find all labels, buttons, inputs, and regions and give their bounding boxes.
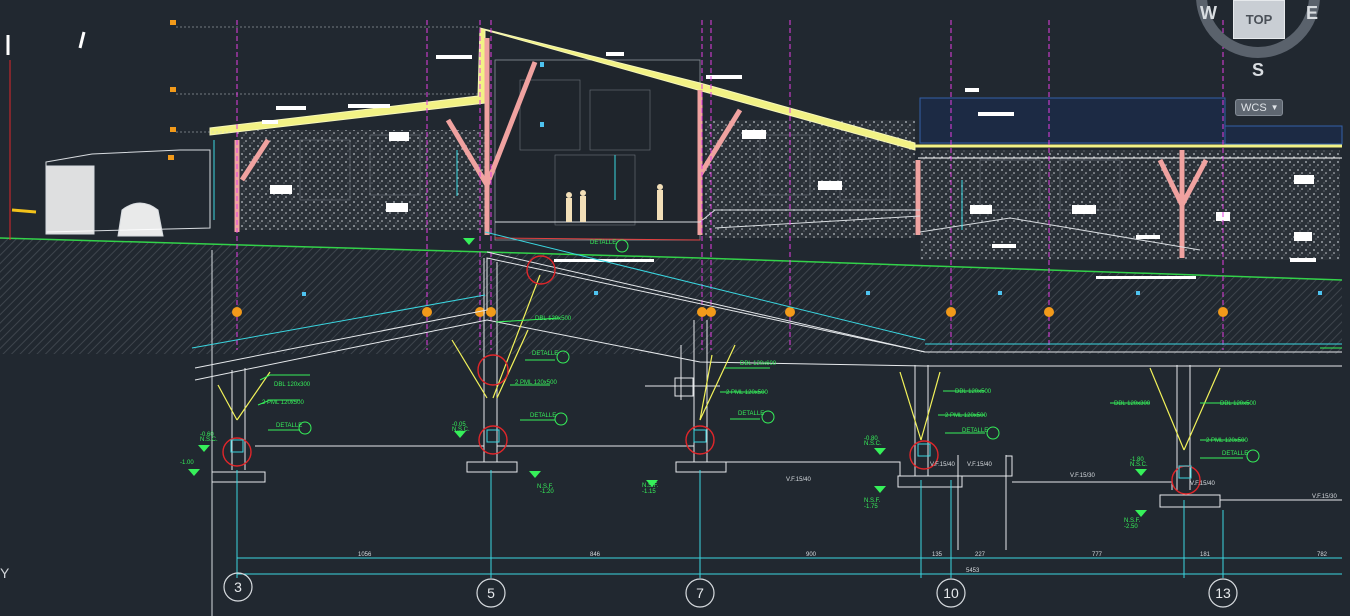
cad-drawing-canvas[interactable]: DBL 120x300 2 PML 120x500 DETALLE DBL 12…	[0, 0, 1350, 616]
level-markers	[168, 20, 176, 160]
callout-pml-4: 2 PML 120x500	[945, 413, 987, 419]
callout-pml-1: 2 PML 120x500	[262, 400, 304, 406]
nsc-1: N.S.C.	[200, 437, 218, 443]
callout-detail-5: DETALLE	[962, 428, 988, 434]
dim-6: 777	[1092, 552, 1103, 558]
grid-label-13: 13	[1215, 585, 1231, 601]
callout-pml-2: 2 PML 120x500	[515, 380, 557, 386]
section-text: V.F.15/40 V.F.15/40 V.F.15/30 V.F.15/30 …	[358, 462, 1337, 574]
nsc-2: N.S.C.	[452, 427, 470, 433]
nsc-4: N.S.C.	[1130, 462, 1148, 468]
ucs-y-axis-label: Y	[0, 565, 10, 581]
grid-label-5: 5	[487, 585, 495, 601]
level-2: -1.00	[180, 460, 194, 466]
callout-detail-7: DETALLE	[590, 240, 616, 246]
callout-pml-5: 2 PML 120x500	[1206, 438, 1248, 444]
dim-7: 181	[1200, 552, 1211, 558]
base-plates	[230, 429, 1192, 479]
level-7: -1.75	[864, 504, 878, 510]
viewcube-top-face[interactable]: TOP	[1233, 0, 1285, 39]
compass-east[interactable]: E	[1306, 3, 1318, 24]
callout-beam-6: DBL 120x500	[1220, 401, 1257, 407]
grid-label-3: 3	[234, 579, 242, 595]
drawing-viewport[interactable]: DBL 120x300 2 PML 120x500 DETALLE DBL 12…	[0, 0, 1350, 616]
nsc-3: N.S.C.	[864, 441, 882, 447]
dim-8: 782	[1317, 552, 1328, 558]
dim-4: 135	[932, 552, 943, 558]
callout-detail-4: DETALLE	[738, 411, 764, 417]
vf-1: V.F.15/40	[786, 477, 811, 483]
chevron-down-icon: ▼	[1270, 103, 1279, 112]
grid-label-10: 10	[943, 585, 959, 601]
callout-beam-1: DBL 120x300	[274, 382, 311, 388]
vf-6: V.F.15/40	[1190, 481, 1215, 487]
vf-3: V.F.15/30	[1070, 473, 1095, 479]
dim-1: 1056	[358, 552, 372, 558]
dim-5: 227	[975, 552, 986, 558]
callout-detail-1: DETALLE	[276, 423, 302, 429]
callout-detail-3: DETALLE	[530, 413, 556, 419]
callout-beam-3: DBL 120x600	[740, 361, 777, 367]
callout-pml-3: 2 PML 120x500	[726, 390, 768, 396]
level-4: -1.20	[540, 489, 554, 495]
ground-section	[0, 237, 1343, 616]
compass-west[interactable]: W	[1200, 3, 1217, 24]
callout-beam-2: DBL 120x500	[535, 316, 572, 322]
dim-3: 900	[806, 552, 817, 558]
dim-2: 846	[590, 552, 601, 558]
level-5: -1.15	[642, 489, 656, 495]
grid-label-7: 7	[696, 585, 704, 601]
callout-detail-6: DETALLE	[1222, 451, 1248, 457]
viewcube[interactable]: TOP W E S	[1196, 0, 1342, 90]
wcs-menu-button[interactable]: WCS ▼	[1235, 99, 1283, 116]
wcs-label: WCS	[1241, 101, 1267, 114]
callout-beam-5: DBL 120x300	[1114, 401, 1151, 407]
dim-total: 5453	[966, 568, 980, 574]
callout-beam-4: DBL 120x500	[955, 389, 992, 395]
vf-4: V.F.15/30	[1312, 494, 1337, 500]
compass-south[interactable]: S	[1252, 60, 1264, 81]
grid-bubbles-bottom	[223, 572, 1238, 608]
vf-2: V.F.15/40	[967, 462, 992, 468]
vf-5: V.F.15/40	[930, 462, 955, 468]
callout-detail-2: DETALLE	[532, 351, 558, 357]
level-9: -2.50	[1124, 524, 1138, 530]
adjacent-building	[6, 31, 211, 240]
